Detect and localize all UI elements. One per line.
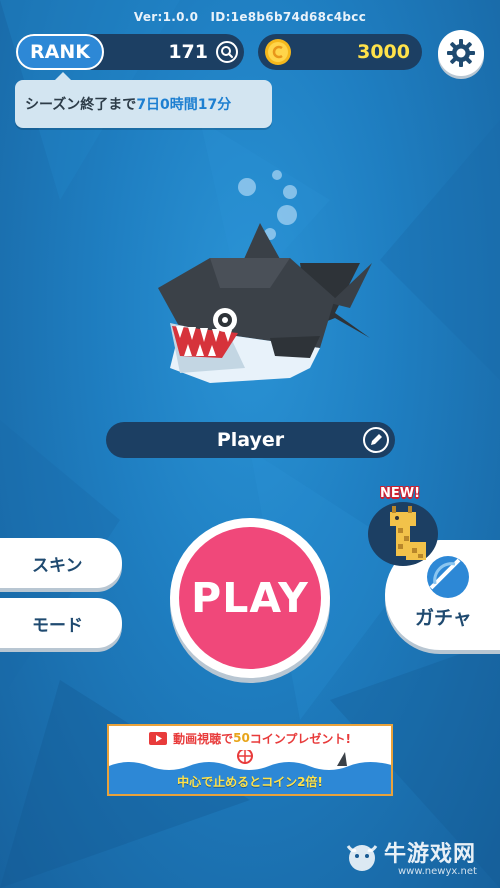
skin-button[interactable]: スキン <box>0 538 122 588</box>
rank-value: 171 <box>168 41 208 63</box>
giraffe-icon <box>390 506 426 560</box>
coin-bar: 3000 <box>258 34 422 70</box>
season-timer: シーズン終了まで 7日0時間17分 <box>15 72 272 128</box>
player-name-bar[interactable]: Player <box>106 422 395 458</box>
bubble <box>283 185 297 199</box>
watermark-title: 牛游戏网 <box>384 842 477 867</box>
cow-logo-icon <box>346 845 378 871</box>
gacha-label: ガチャ <box>415 607 472 629</box>
ad-banner-top: 動画視聴で 50 コインプレゼント! <box>109 726 391 750</box>
ad-bottom-text: 中心で止めるとコイン2倍! <box>177 775 323 789</box>
new-skin-promo[interactable]: NEW! <box>368 486 440 566</box>
version-id-text: Ver:1.0.0 ID:1e8b6b74d68c4bcc <box>133 10 367 24</box>
video-play-icon <box>149 731 168 745</box>
watermark: 牛游戏网 www.newyx.net <box>342 832 492 884</box>
watermark-url: www.newyx.net <box>398 866 477 877</box>
play-label: PLAY <box>179 527 321 669</box>
season-prefix: シーズン終了まで <box>25 97 137 113</box>
coin-value: 3000 <box>357 41 410 63</box>
coin-icon <box>265 39 291 65</box>
search-icon[interactable] <box>216 41 238 63</box>
gear-icon <box>447 39 475 67</box>
rank-bar[interactable]: RANK 171 <box>16 34 244 70</box>
shark-character <box>158 223 372 383</box>
player-name: Player <box>216 429 285 451</box>
ad-banner-bottom: 中心で止めるとコイン2倍! <box>109 750 391 794</box>
new-badge: NEW! <box>380 486 421 501</box>
giraffe-circle <box>368 502 438 566</box>
settings-button[interactable] <box>438 30 484 76</box>
bubble <box>272 170 282 180</box>
ad-top-suffix: コインプレゼント! <box>249 731 351 746</box>
ad-top-prefix: 動画視聴で <box>173 731 234 746</box>
ad-top-number: 50 <box>233 731 250 745</box>
mode-button[interactable]: モード <box>0 598 122 648</box>
season-remaining: 7日0時間17分 <box>136 97 232 113</box>
rank-label: RANK <box>16 34 104 70</box>
play-button[interactable]: PLAY <box>170 518 330 678</box>
bubble <box>238 178 256 196</box>
pencil-icon[interactable] <box>363 427 389 453</box>
ad-banner[interactable]: 動画視聴で 50 コインプレゼント! 中心で止めるとコイン2倍! <box>107 724 393 796</box>
